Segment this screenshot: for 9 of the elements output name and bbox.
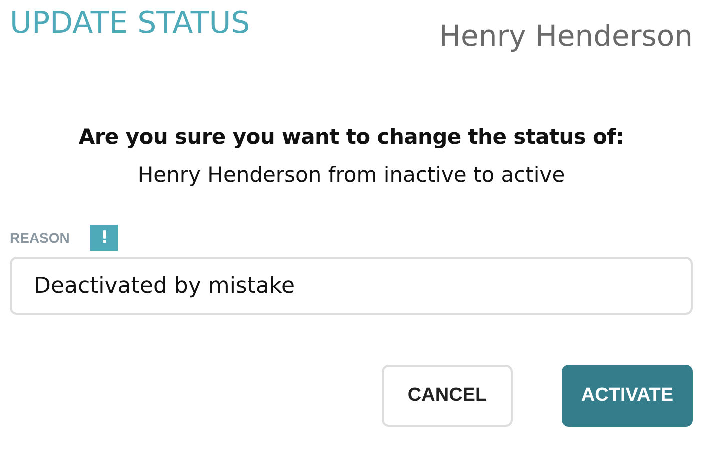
required-marker: ! (90, 225, 118, 251)
reason-field[interactable]: Deactivated by mistake (10, 257, 693, 315)
person-name: Henry Henderson (439, 19, 693, 53)
dialog-title: UPDATE STATUS (10, 6, 250, 41)
confirm-detail: Henry Henderson from inactive to active (136, 163, 566, 187)
reason-label: REASON (10, 230, 70, 246)
activate-button[interactable]: ACTIVATE (562, 365, 693, 427)
cancel-button[interactable]: CANCEL (382, 365, 513, 427)
confirm-question: Are you sure you want to change the status of: (78, 125, 626, 149)
